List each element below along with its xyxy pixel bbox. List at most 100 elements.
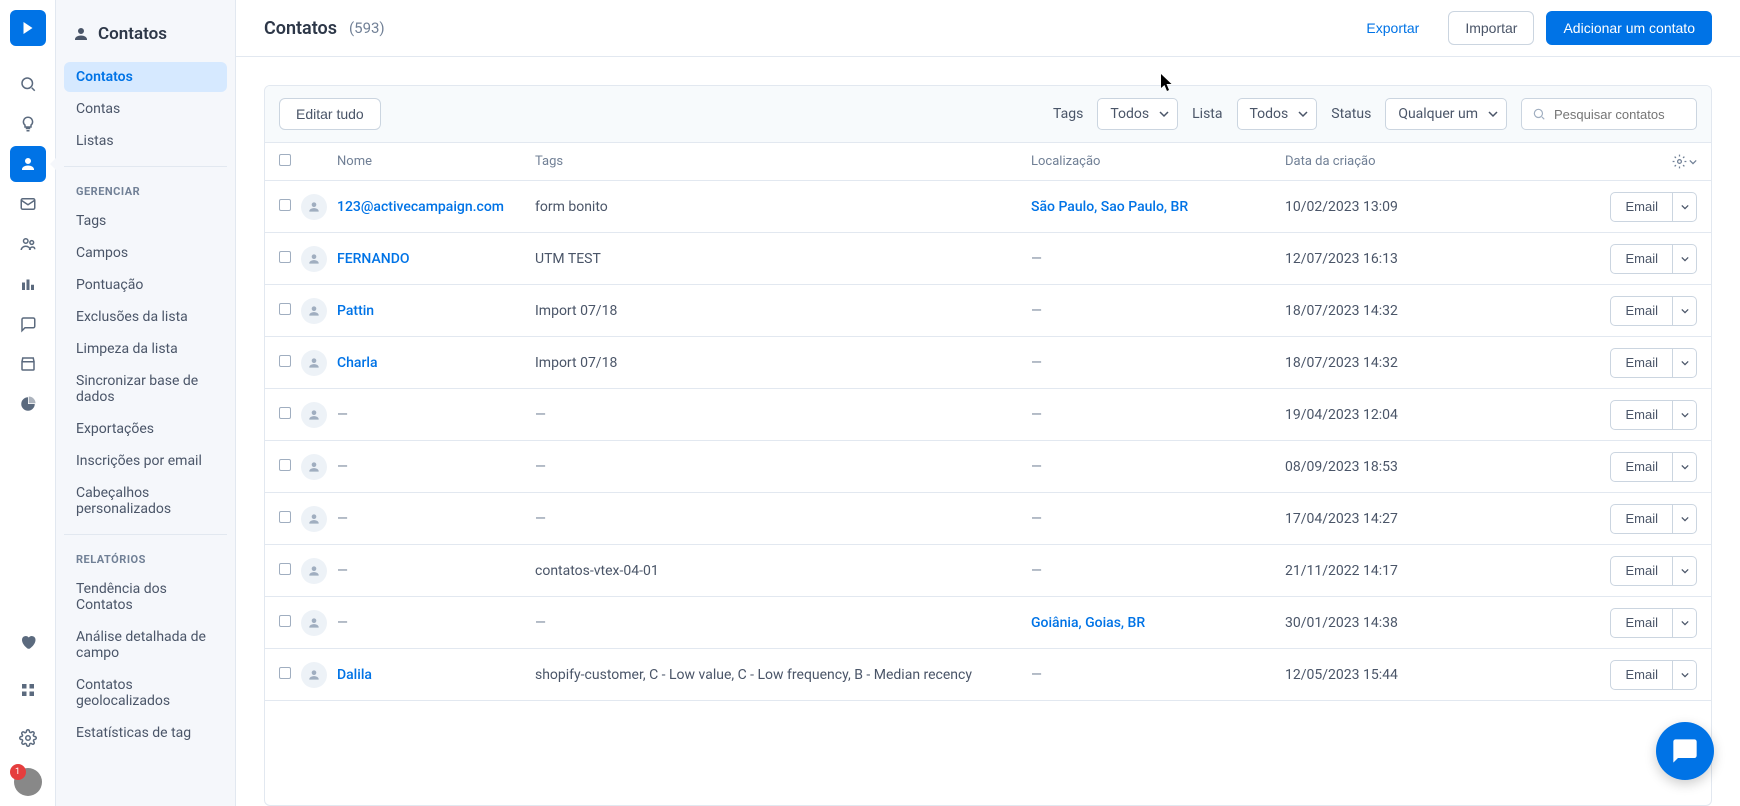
email-button[interactable]: Email [1610,192,1673,222]
sidebar-item[interactable]: Inscrições por email [64,446,227,476]
row-checkbox[interactable] [279,459,291,471]
rail-heart-icon[interactable] [10,624,46,660]
rail-avatar[interactable]: 1 [14,768,42,796]
contact-location[interactable]: Goiânia, Goias, BR [1031,615,1145,631]
table-settings-button[interactable] [1672,154,1697,169]
sidebar-item[interactable]: Tendência dos Contatos [64,574,227,620]
filter-tags-label: Tags [1053,106,1083,122]
email-dropdown-button[interactable] [1673,400,1697,430]
sidebar-item[interactable]: Análise detalhada de campo [64,622,227,668]
contact-name[interactable]: Dalila [337,667,372,683]
col-location[interactable]: Localização [1031,154,1285,169]
rail-contacts-icon[interactable] [10,146,46,182]
sidebar-item[interactable]: Limpeza da lista [64,334,227,364]
avatar [301,610,327,636]
rail-idea-icon[interactable] [10,106,46,142]
filter-bar: Editar tudo Tags Todos Lista Todos Statu… [265,86,1711,143]
email-button[interactable]: Email [1610,452,1673,482]
sidebar-item[interactable]: Pontuação [64,270,227,300]
col-created[interactable]: Data da criação [1285,154,1445,169]
email-button[interactable]: Email [1610,400,1673,430]
add-contact-button[interactable]: Adicionar um contato [1546,11,1712,45]
contact-created: 18/07/2023 14:32 [1285,355,1445,371]
chat-fab[interactable] [1656,722,1714,780]
search-input-wrapper[interactable] [1521,98,1697,130]
export-button[interactable]: Exportar [1349,11,1436,45]
contact-tags: form bonito [535,199,1031,215]
email-dropdown-button[interactable] [1673,296,1697,326]
chevron-down-icon [1298,109,1308,119]
page-count: (593) [349,19,385,37]
email-button[interactable]: Email [1610,244,1673,274]
email-button[interactable]: Email [1610,348,1673,378]
chevron-down-icon [1689,158,1697,166]
email-dropdown-button[interactable] [1673,452,1697,482]
row-checkbox[interactable] [279,303,291,315]
email-button[interactable]: Email [1610,296,1673,326]
email-dropdown-button[interactable] [1673,608,1697,638]
contact-location: — [1031,303,1042,319]
filter-tags-select[interactable]: Todos [1097,98,1178,130]
row-checkbox[interactable] [279,563,291,575]
sidebar-item[interactable]: Exclusões da lista [64,302,227,332]
rail-accounts-icon[interactable] [10,226,46,262]
row-checkbox[interactable] [279,251,291,263]
sidebar-item[interactable]: Cabeçalhos personalizados [64,478,227,524]
email-button[interactable]: Email [1610,608,1673,638]
gear-icon [1672,154,1687,169]
avatar [301,298,327,324]
contact-name[interactable]: Charla [337,355,378,371]
edit-all-button[interactable]: Editar tudo [279,98,381,130]
email-button[interactable]: Email [1610,556,1673,586]
select-all-checkbox[interactable] [279,154,291,166]
email-dropdown-button[interactable] [1673,556,1697,586]
contact-name: — [337,615,348,631]
sidebar-item[interactable]: Campos [64,238,227,268]
contact-name[interactable]: FERNANDO [337,251,410,267]
contact-location: — [1031,459,1042,475]
email-dropdown-button[interactable] [1673,660,1697,690]
rail-bars-icon[interactable] [10,266,46,302]
filter-list-select[interactable]: Todos [1237,98,1318,130]
table-row: ———08/09/2023 18:53Email [265,441,1711,493]
sidebar-item[interactable]: Tags [64,206,227,236]
email-dropdown-button[interactable] [1673,244,1697,274]
sidebar-item[interactable]: Exportações [64,414,227,444]
contact-location[interactable]: São Paulo, Sao Paulo, BR [1031,199,1188,215]
sidebar-item-contas[interactable]: Contas [64,94,227,124]
row-checkbox[interactable] [279,407,291,419]
email-button[interactable]: Email [1610,504,1673,534]
app-logo[interactable] [10,10,46,46]
email-dropdown-button[interactable] [1673,192,1697,222]
sidebar: Contatos ContatosContasListas GERENCIAR … [56,0,236,806]
sidebar-item-listas[interactable]: Listas [64,126,227,156]
contact-name[interactable]: 123@activecampaign.com [337,199,504,215]
sidebar-item[interactable]: Contatos geolocalizados [64,670,227,716]
email-dropdown-button[interactable] [1673,348,1697,378]
contact-name[interactable]: Pattin [337,303,374,319]
row-checkbox[interactable] [279,355,291,367]
rail-reports-icon[interactable] [10,386,46,422]
sidebar-item[interactable]: Sincronizar base de dados [64,366,227,412]
sidebar-item[interactable]: Estatísticas de tag [64,718,227,748]
email-button[interactable]: Email [1610,660,1673,690]
rail-chat-icon[interactable] [10,306,46,342]
col-tags[interactable]: Tags [535,154,1031,169]
row-checkbox[interactable] [279,199,291,211]
filter-status-select[interactable]: Qualquer um [1385,98,1507,130]
rail-search-icon[interactable] [10,66,46,102]
sidebar-item-contatos[interactable]: Contatos [64,62,227,92]
email-dropdown-button[interactable] [1673,504,1697,534]
import-button[interactable]: Importar [1448,11,1534,45]
page-title: Contatos [264,18,337,39]
table-row: Dalilashopify-customer, C - Low value, C… [265,649,1711,701]
rail-settings-icon[interactable] [10,720,46,756]
row-checkbox[interactable] [279,667,291,679]
rail-apps-icon[interactable] [10,672,46,708]
search-input[interactable] [1554,107,1684,122]
rail-email-icon[interactable] [10,186,46,222]
row-checkbox[interactable] [279,615,291,627]
col-name[interactable]: Nome [337,154,535,169]
rail-store-icon[interactable] [10,346,46,382]
row-checkbox[interactable] [279,511,291,523]
